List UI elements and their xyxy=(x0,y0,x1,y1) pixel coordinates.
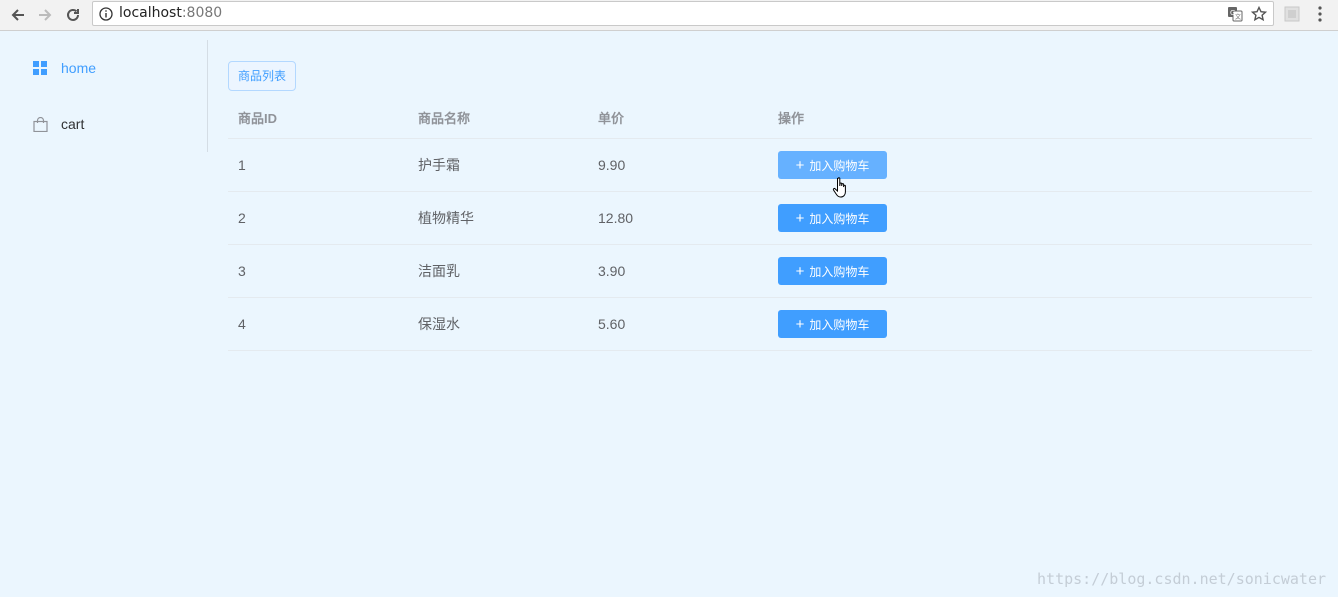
hand-cursor-icon xyxy=(832,177,846,198)
cell-product-id: 4 xyxy=(238,316,246,332)
add-to-cart-label: 加入购物车 xyxy=(809,158,870,173)
bag-icon xyxy=(33,116,48,132)
table-row: 3 洁面乳 3.90 + 加入购物车 xyxy=(228,245,1312,298)
page-content: home cart 商品列表 商品ID 商品名称 单价 操作 1 护手霜 9.9… xyxy=(0,32,1338,597)
header-actions: 操作 xyxy=(778,111,805,126)
add-to-cart-label: 加入购物车 xyxy=(809,317,870,332)
cell-unit-price: 5.60 xyxy=(598,316,626,332)
plus-icon: + xyxy=(795,315,805,333)
translate-icon[interactable]: G文 xyxy=(1227,6,1243,22)
address-bar[interactable]: localhost:8080 G文 xyxy=(92,1,1274,26)
grid-icon xyxy=(33,60,48,76)
svg-text:文: 文 xyxy=(1235,13,1241,21)
header-product-name: 商品名称 xyxy=(418,111,471,126)
cell-product-id: 1 xyxy=(238,157,246,173)
add-to-cart-button[interactable]: + 加入购物车 xyxy=(778,204,887,232)
cell-actions: + 加入购物车 xyxy=(768,192,1068,244)
info-icon[interactable] xyxy=(99,7,113,21)
cell-product-name: 护手霜 xyxy=(418,157,460,173)
sidebar-item-cart[interactable]: cart xyxy=(0,96,207,152)
forward-icon[interactable] xyxy=(33,3,57,27)
sidebar-item-label: home xyxy=(61,60,97,76)
header-product-id: 商品ID xyxy=(238,111,278,126)
table-row: 4 保湿水 5.60 + 加入购物车 xyxy=(228,298,1312,351)
plus-icon: + xyxy=(795,209,805,227)
add-to-cart-button[interactable]: + 加入购物车 xyxy=(778,310,887,338)
table-row: 1 护手霜 9.90 + 加入购物车 xyxy=(228,139,1312,192)
url-text: localhost:8080 xyxy=(119,5,222,21)
reload-icon[interactable] xyxy=(61,3,85,27)
sidebar-menu: home cart xyxy=(0,40,208,152)
menu-icon[interactable] xyxy=(1312,5,1328,23)
watermark: https://blog.csdn.net/sonicwater xyxy=(1037,570,1326,588)
cell-product-name: 植物精华 xyxy=(418,210,474,226)
cell-actions: + 加入购物车 xyxy=(768,139,1068,191)
plus-icon: + xyxy=(795,156,805,174)
cell-unit-price: 3.90 xyxy=(598,263,626,279)
product-table: 商品ID 商品名称 单价 操作 1 护手霜 9.90 + 加入购物车 2 植物精… xyxy=(228,101,1312,351)
cell-product-id: 2 xyxy=(238,210,246,226)
add-to-cart-label: 加入购物车 xyxy=(809,211,870,226)
cell-product-name: 保湿水 xyxy=(418,316,460,332)
extension-icon[interactable] xyxy=(1284,6,1300,22)
add-to-cart-button[interactable]: + 加入购物车 xyxy=(778,151,887,179)
table-row: 2 植物精华 12.80 + 加入购物车 xyxy=(228,192,1312,245)
cell-product-id: 3 xyxy=(238,263,246,279)
sidebar-item-home[interactable]: home xyxy=(0,40,207,96)
header-unit-price: 单价 xyxy=(598,111,625,126)
star-icon[interactable] xyxy=(1250,5,1268,22)
sidebar-item-label: cart xyxy=(61,116,85,132)
product-list-tag: 商品列表 xyxy=(228,61,297,91)
table-header: 商品ID 商品名称 单价 操作 xyxy=(228,101,1312,139)
browser-toolbar: localhost:8080 G文 xyxy=(0,0,1338,31)
url-host: localhost xyxy=(119,5,182,21)
cell-actions: + 加入购物车 xyxy=(768,298,1068,350)
cell-unit-price: 9.90 xyxy=(598,157,626,173)
cell-product-name: 洁面乳 xyxy=(418,263,460,279)
add-to-cart-label: 加入购物车 xyxy=(809,264,870,279)
url-port: :8080 xyxy=(181,5,223,21)
add-to-cart-button[interactable]: + 加入购物车 xyxy=(778,257,887,285)
cell-unit-price: 12.80 xyxy=(598,210,634,226)
cell-actions: + 加入购物车 xyxy=(768,245,1068,297)
plus-icon: + xyxy=(795,262,805,280)
back-icon[interactable] xyxy=(6,3,30,27)
